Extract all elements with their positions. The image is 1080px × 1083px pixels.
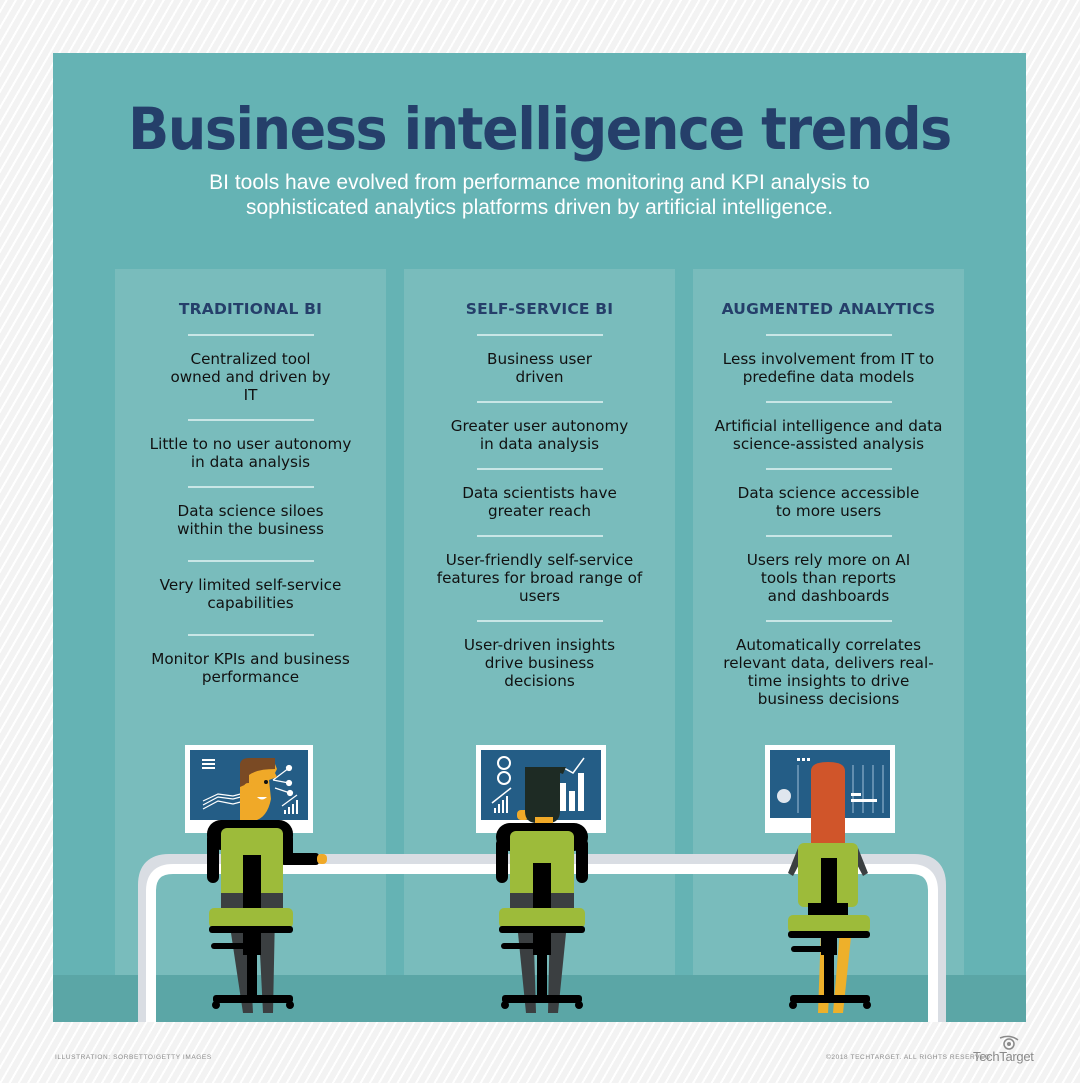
infographic-panel: Business intelligence trends BI tools ha… — [53, 53, 1026, 1022]
figure-self-service-bi — [476, 745, 606, 1013]
illustration-credit: ILLUSTRATION: SORBETTO/GETTY IMAGES — [55, 1054, 212, 1061]
woman-hair — [811, 762, 845, 848]
copyright-notice: ©2018 TECHTARGET. ALL RIGHTS RESERVED — [826, 1054, 991, 1061]
figure-traditional-bi — [185, 745, 327, 1013]
figure-augmented-analytics — [765, 745, 895, 1013]
brand-logo[interactable]: TechTarget — [973, 1049, 1034, 1064]
office-illustration — [138, 745, 946, 1022]
dots-icon — [797, 758, 810, 761]
pie-chart-icon — [777, 789, 791, 803]
